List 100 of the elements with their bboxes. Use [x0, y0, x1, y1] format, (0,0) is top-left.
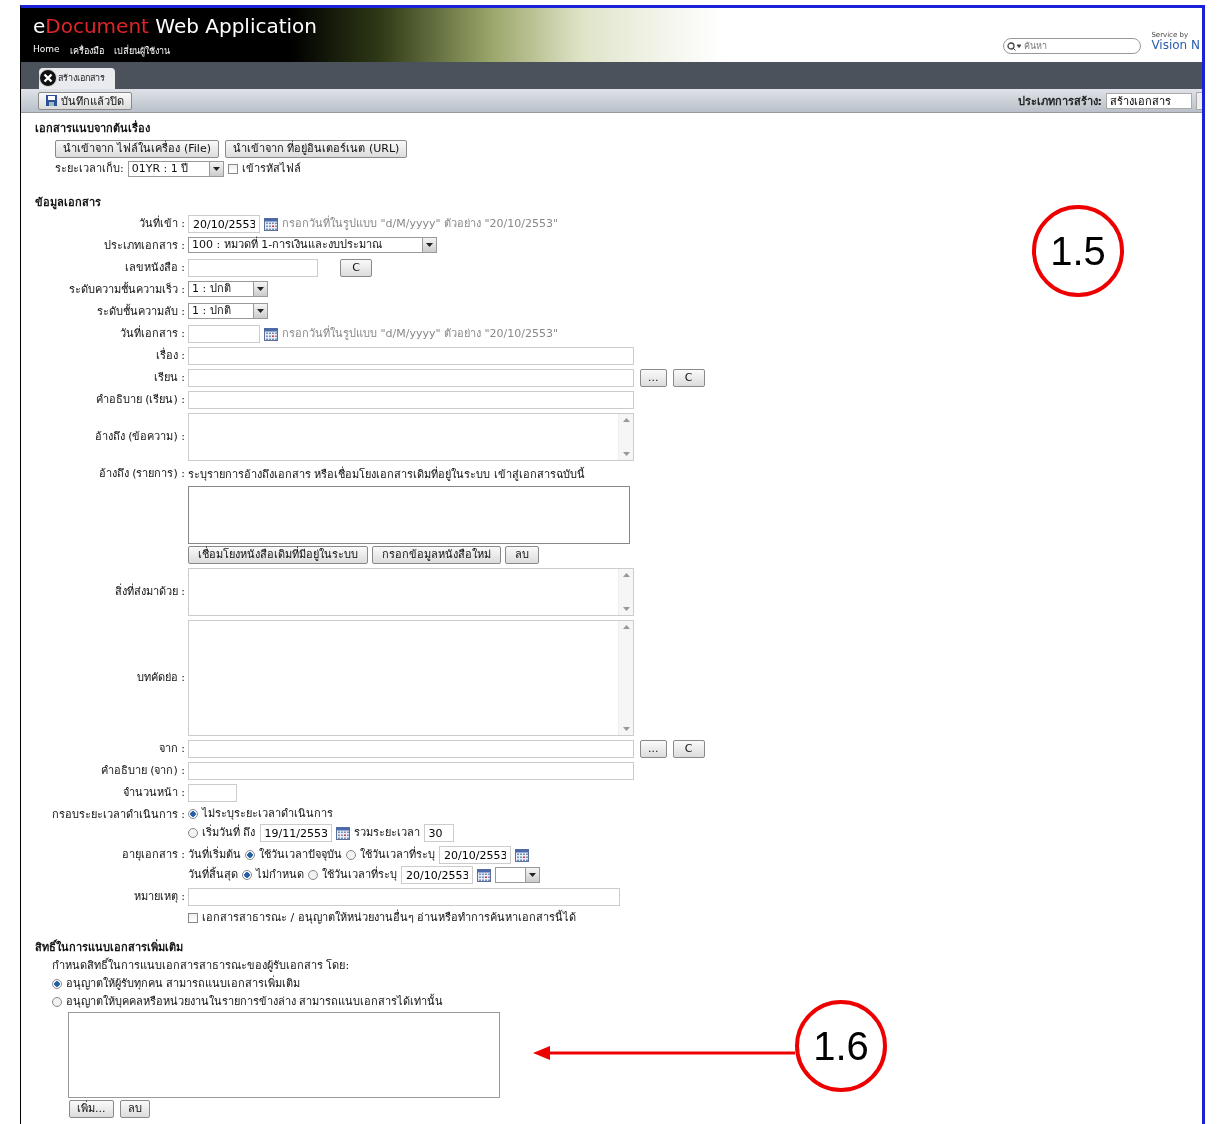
option-label: อนุญาตให้บุคคลหรือหน่วยงานในรายการข้างล่าง สามารถแนบเอกสารได้เท่านั้น	[66, 994, 444, 1010]
calendar-icon[interactable]	[477, 868, 491, 882]
clear-button[interactable]: C	[672, 369, 705, 387]
checkbox[interactable]	[188, 913, 198, 923]
field-label: สิ่งที่ส่งมาด้วย :	[114, 585, 185, 598]
save-button[interactable]: บันทึกแล้วปิด	[38, 91, 132, 110]
dropdown[interactable]	[1196, 91, 1202, 110]
button[interactable]: เชื่อมโยงหนังสือเดิมที่มีอยู่ในระบบ	[188, 546, 368, 564]
close-icon[interactable]	[39, 69, 57, 87]
text-field[interactable]	[188, 784, 237, 802]
date-field[interactable]: 19/11/2553	[259, 824, 332, 842]
button[interactable]: นำเข้าจาก ไฟล์ในเครื่อง (File)	[55, 140, 219, 158]
list-box[interactable]	[188, 486, 630, 544]
menu-item[interactable]: เปลี่ยนผู้ใช้งาน	[113, 44, 170, 58]
menu-item[interactable]: เครื่องมือ	[69, 44, 104, 58]
caret-icon[interactable]	[525, 868, 539, 882]
field-label: อายุเอกสาร :	[121, 848, 185, 861]
search-field[interactable]: ค้นหา	[1003, 38, 1142, 54]
app-title: eDocument Web Application	[33, 14, 317, 38]
caret-icon[interactable]	[253, 304, 267, 318]
text-field[interactable]: 30	[423, 824, 454, 842]
text-field[interactable]	[188, 259, 318, 277]
dropdown[interactable]	[495, 867, 540, 883]
text-area[interactable]	[188, 568, 634, 616]
date-field[interactable]: 20/10/2553	[439, 846, 511, 864]
option-label: ไม่กำหนด	[256, 867, 304, 883]
checkbox[interactable]	[227, 164, 238, 174]
field-label: เลขหนังสือ :	[124, 261, 185, 274]
text-field[interactable]	[188, 369, 634, 387]
option-label: ใช้วันเวลาที่ระบุ	[322, 867, 397, 883]
text-field[interactable]	[188, 762, 634, 780]
button[interactable]: กรอกข้อมูลหนังสือใหม่	[372, 546, 501, 564]
field-label: หมายเหตุ :	[133, 890, 185, 903]
text-field[interactable]	[188, 391, 634, 409]
field-label: ระยะเวลาเก็บ:	[55, 161, 124, 177]
field-label: ประเภทการสร้าง:	[1017, 93, 1102, 110]
radio-button[interactable]	[52, 979, 62, 989]
dropdown[interactable]: 1 : ปกติ	[188, 303, 268, 319]
button[interactable]: เพิ่ม...	[69, 1100, 114, 1118]
dropdown[interactable]: 100 : หมวดที่ 1-การเงินและงบประมาณ	[188, 237, 437, 253]
radio-button[interactable]	[188, 828, 198, 838]
radio-button[interactable]	[308, 870, 318, 880]
radio-button[interactable]	[242, 870, 252, 880]
radio-button[interactable]	[188, 809, 198, 819]
caret-icon[interactable]	[253, 282, 267, 296]
calendar-icon[interactable]	[515, 848, 529, 862]
field-label: ประเภทเอกสาร :	[103, 239, 185, 252]
text-field[interactable]: สร้างเอกสาร	[1106, 92, 1192, 109]
field-label: วันที่เข้า :	[138, 217, 185, 230]
field-label: กรอบระยะเวลาดำเนินการ :	[51, 808, 185, 821]
browse-button[interactable]: ...	[640, 369, 667, 387]
menu-item[interactable]: Home	[33, 44, 60, 58]
floppy-icon	[46, 95, 57, 106]
field-label: ระดับความชั้นความเร็ว :	[68, 283, 185, 296]
option-label: ใช้วันเวลาที่ระบุ	[360, 847, 435, 863]
option-label: ไม่ระบุระยะเวลาดำเนินการ	[202, 806, 333, 822]
browse-button[interactable]: ...	[640, 740, 667, 758]
field-label: บทคัดย่อ :	[136, 671, 185, 684]
button[interactable]: ลบ	[505, 546, 539, 564]
button[interactable]: ลบ	[119, 1100, 150, 1118]
text-field[interactable]	[188, 740, 634, 758]
field-label: เรื่อง :	[155, 349, 185, 362]
callout-circle: 1.5	[1032, 205, 1124, 297]
field-label: อ้างถึง (รายการ) :	[98, 467, 185, 480]
scroll-down-icon[interactable]	[622, 727, 630, 731]
list-box[interactable]	[68, 1012, 500, 1098]
caret-icon[interactable]	[208, 162, 223, 176]
scroll-up-icon[interactable]	[622, 625, 630, 629]
scroll-down-icon[interactable]	[622, 452, 630, 456]
caret-icon[interactable]	[422, 238, 436, 252]
radio-button[interactable]	[245, 850, 255, 860]
scroll-down-icon[interactable]	[622, 607, 630, 611]
date-field[interactable]: 20/10/2553	[188, 215, 260, 233]
instruction-text: ระบุรายการอ้างถึงเอกสาร หรือเชื่อมโยงเอกสารเดิมที่อยู่ในระบบ เข้าสู่เอกสารฉบับนี้	[188, 465, 586, 483]
field-label: คำอธิบาย (จาก) :	[100, 764, 185, 777]
scroll-up-icon[interactable]	[622, 573, 630, 577]
clear-button[interactable]: C	[340, 259, 372, 277]
text-area[interactable]	[188, 620, 634, 736]
option-label: ใช้วันเวลาปัจจุบัน	[259, 847, 342, 863]
scroll-up-icon[interactable]	[622, 418, 630, 422]
calendar-icon[interactable]	[264, 217, 278, 231]
text-field[interactable]	[188, 888, 620, 906]
section-subtitle: กำหนดสิทธิ์ในการแนบเอกสารสาธารณะของผู้รับเอกสาร โดย:	[52, 956, 351, 974]
radio-button[interactable]	[346, 850, 356, 860]
text-field[interactable]	[188, 347, 634, 365]
tab[interactable]: สร้างเอกสาร	[39, 68, 115, 89]
checkbox-label: เอกสารสาธารณะ / อนุญาตให้หน่วยงานอื่นๆ อ่านหรือทำการค้นหาเอกสารนี้ได้	[202, 910, 577, 926]
button[interactable]: นำเข้าจาก ที่อยู่อินเตอร์เนต (URL)	[225, 140, 408, 158]
calendar-icon[interactable]	[335, 826, 350, 840]
dropdown[interactable]: 01YR : 1 ปี	[127, 161, 224, 177]
calendar-icon[interactable]	[264, 327, 278, 341]
date-field[interactable]	[188, 325, 260, 343]
option-label: อนุญาตให้ผู้รับทุกคน สามารถแนบเอกสารเพิ่มเติม	[66, 976, 301, 992]
clear-button[interactable]: C	[672, 740, 705, 758]
text-area[interactable]	[188, 413, 634, 461]
section-title: เอกสารแนบจากต้นเรื่อง	[35, 119, 151, 137]
dropdown[interactable]: 1 : ปกติ	[188, 281, 268, 297]
date-field[interactable]: 20/10/2553	[401, 866, 473, 884]
format-hint: กรอกวันที่ในรูปแบบ "d/M/yyyy" ตัวอย่าง "20/10/2553"	[282, 216, 559, 232]
radio-button[interactable]	[52, 997, 62, 1007]
